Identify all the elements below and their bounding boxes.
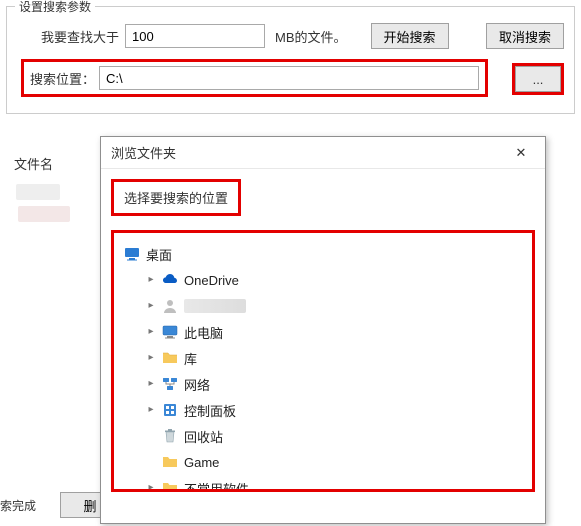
expand-spacer bbox=[146, 431, 156, 441]
search-params-panel: 设置搜索参数 我要查找大于 MB的文件。 开始搜索 取消搜索 搜索位置： ... bbox=[6, 6, 575, 114]
expand-icon[interactable]: ▸ bbox=[146, 275, 156, 285]
tree-item-rare-software[interactable]: ▸ 不常用软件 bbox=[120, 475, 526, 492]
onedrive-icon bbox=[162, 272, 178, 288]
tree-node-label: 不常用软件 bbox=[184, 479, 249, 493]
expand-icon[interactable]: ▸ bbox=[146, 379, 156, 389]
location-input[interactable] bbox=[99, 66, 479, 90]
dialog-close-button[interactable]: ✕ bbox=[507, 139, 535, 167]
network-icon bbox=[162, 376, 178, 392]
tree-node-label: 回收站 bbox=[184, 427, 223, 446]
location-row: 搜索位置： bbox=[21, 59, 564, 97]
blurred-label bbox=[184, 299, 246, 313]
location-highlight: 搜索位置： bbox=[21, 59, 488, 97]
browse-folder-dialog: 浏览文件夹 ✕ 选择要搜索的位置 桌面 ▸ OneDrive bbox=[100, 136, 546, 524]
browse-button[interactable]: ... bbox=[515, 66, 561, 92]
folder-icon bbox=[162, 454, 178, 470]
tree-item-network[interactable]: ▸ 网络 bbox=[120, 371, 526, 397]
expand-icon[interactable]: ▸ bbox=[146, 301, 156, 311]
size-input[interactable] bbox=[125, 24, 265, 48]
tree-node-label: OneDrive bbox=[184, 273, 239, 288]
control-panel-icon bbox=[162, 402, 178, 418]
cancel-search-button[interactable]: 取消搜索 bbox=[486, 23, 564, 49]
tree-item-control-panel[interactable]: ▸ 控制面板 bbox=[120, 397, 526, 423]
dialog-subtitle-wrap: 选择要搜索的位置 bbox=[111, 179, 545, 216]
size-suffix: MB的文件。 bbox=[275, 27, 347, 46]
tree-item-game[interactable]: Game bbox=[120, 449, 526, 475]
tree-highlight: 桌面 ▸ OneDrive ▸ ▸ 此 bbox=[111, 230, 535, 492]
browse-button-label: ... bbox=[533, 72, 544, 87]
desktop-icon bbox=[124, 246, 140, 262]
dialog-title: 浏览文件夹 bbox=[111, 143, 176, 162]
pc-icon bbox=[162, 324, 178, 340]
tree-node-label: Game bbox=[184, 455, 219, 470]
tree-node-label: 此电脑 bbox=[184, 323, 223, 342]
expand-spacer bbox=[146, 457, 156, 467]
expand-icon[interactable]: ▸ bbox=[146, 405, 156, 415]
tree-item-this-pc[interactable]: ▸ 此电脑 bbox=[120, 319, 526, 345]
tree-root-desktop[interactable]: 桌面 bbox=[120, 241, 526, 267]
dialog-subtitle: 选择要搜索的位置 bbox=[124, 191, 228, 206]
tree-item-onedrive[interactable]: ▸ OneDrive bbox=[120, 267, 526, 293]
user-icon bbox=[162, 298, 178, 314]
tree-item-recycle-bin[interactable]: 回收站 bbox=[120, 423, 526, 449]
dialog-titlebar: 浏览文件夹 ✕ bbox=[101, 137, 545, 169]
tree-node-label: 控制面板 bbox=[184, 401, 236, 420]
tree-node-label: 库 bbox=[184, 349, 197, 368]
browse-highlight: ... bbox=[512, 63, 564, 95]
tree-item-libraries[interactable]: ▸ 库 bbox=[120, 345, 526, 371]
tree-node-label: 桌面 bbox=[146, 245, 172, 264]
tree-item-blurred[interactable]: ▸ bbox=[120, 293, 526, 319]
dialog-subtitle-highlight: 选择要搜索的位置 bbox=[111, 179, 241, 216]
tree-node-label: 网络 bbox=[184, 375, 210, 394]
panel-title: 设置搜索参数 bbox=[15, 0, 95, 15]
status-text: 索完成 bbox=[0, 497, 36, 514]
expand-icon[interactable]: ▸ bbox=[146, 483, 156, 492]
location-label: 搜索位置： bbox=[30, 69, 95, 88]
recycle-bin-icon bbox=[162, 428, 178, 444]
expand-icon[interactable]: ▸ bbox=[146, 327, 156, 337]
folder-icon bbox=[162, 480, 178, 492]
folder-tree: 桌面 ▸ OneDrive ▸ ▸ 此 bbox=[120, 241, 526, 492]
size-label: 我要查找大于 bbox=[41, 27, 119, 46]
close-icon: ✕ bbox=[516, 145, 527, 161]
start-search-button[interactable]: 开始搜索 bbox=[371, 23, 449, 49]
expand-icon[interactable]: ▸ bbox=[146, 353, 156, 363]
folder-icon bbox=[162, 350, 178, 366]
